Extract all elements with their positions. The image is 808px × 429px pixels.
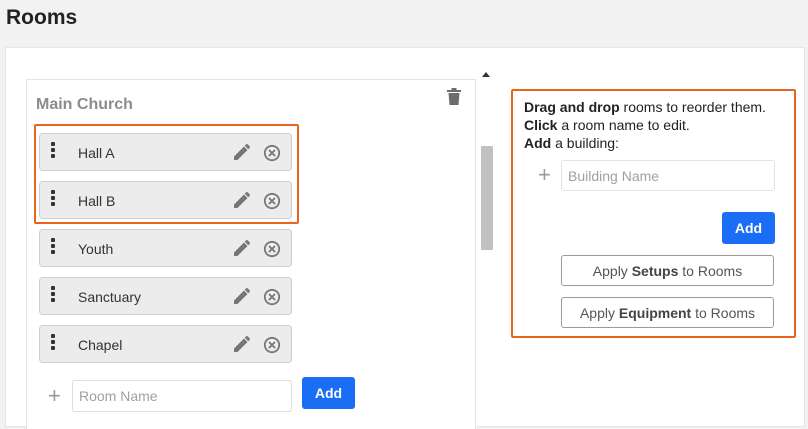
scroll-thumb[interactable] <box>481 146 493 250</box>
apply-setups-pre: Apply <box>592 262 632 279</box>
plus-icon: + <box>538 162 551 187</box>
remove-circle-icon[interactable] <box>263 336 281 354</box>
apply-setups-button[interactable]: Apply Setups to Rooms <box>561 255 774 286</box>
apply-equipment-button[interactable]: Apply Equipment to Rooms <box>561 297 774 328</box>
help-text-reorder: rooms to reorder them. <box>619 99 766 115</box>
room-name[interactable]: Sanctuary <box>78 289 141 305</box>
plus-icon: + <box>48 383 61 408</box>
room-row-chapel[interactable]: Chapel <box>39 325 292 363</box>
remove-circle-icon[interactable] <box>263 240 281 258</box>
help-text-building: a building: <box>551 135 619 151</box>
scroll-up-arrow-icon[interactable] <box>482 72 490 77</box>
pencil-icon[interactable] <box>233 335 251 353</box>
building-name-input[interactable] <box>561 160 775 191</box>
add-building-button[interactable]: Add <box>722 212 775 244</box>
room-name[interactable]: Chapel <box>78 337 122 353</box>
help-text: Drag and drop rooms to reorder them. Cli… <box>524 98 786 152</box>
help-bold-drag: Drag and drop <box>524 99 620 115</box>
remove-circle-icon[interactable] <box>263 288 281 306</box>
highlight-box <box>34 124 299 224</box>
trash-icon[interactable] <box>446 88 462 105</box>
room-name-input[interactable] <box>72 380 292 412</box>
building-title[interactable]: Main Church <box>36 96 133 114</box>
apply-setups-bold: Setups <box>631 262 679 279</box>
drag-handle-icon[interactable] <box>51 334 55 352</box>
apply-equipment-bold: Equipment <box>618 304 692 321</box>
room-row-sanctuary[interactable]: Sanctuary <box>39 277 292 315</box>
help-bold-add: Add <box>524 135 552 151</box>
help-text-edit: a room name to edit. <box>557 117 690 133</box>
scrollbar[interactable] <box>479 72 494 422</box>
apply-equipment-post: to Rooms <box>691 304 756 321</box>
page-title: Rooms <box>6 6 78 29</box>
apply-setups-post: to Rooms <box>678 262 743 279</box>
drag-handle-icon[interactable] <box>51 286 55 304</box>
help-bold-click: Click <box>524 117 558 133</box>
add-room-button[interactable]: Add <box>302 377 355 409</box>
drag-handle-icon[interactable] <box>51 238 55 256</box>
pencil-icon[interactable] <box>233 239 251 257</box>
pencil-icon[interactable] <box>233 287 251 305</box>
apply-equipment-pre: Apply <box>579 304 619 321</box>
room-row-youth[interactable]: Youth <box>39 229 292 267</box>
room-name[interactable]: Youth <box>78 241 113 257</box>
